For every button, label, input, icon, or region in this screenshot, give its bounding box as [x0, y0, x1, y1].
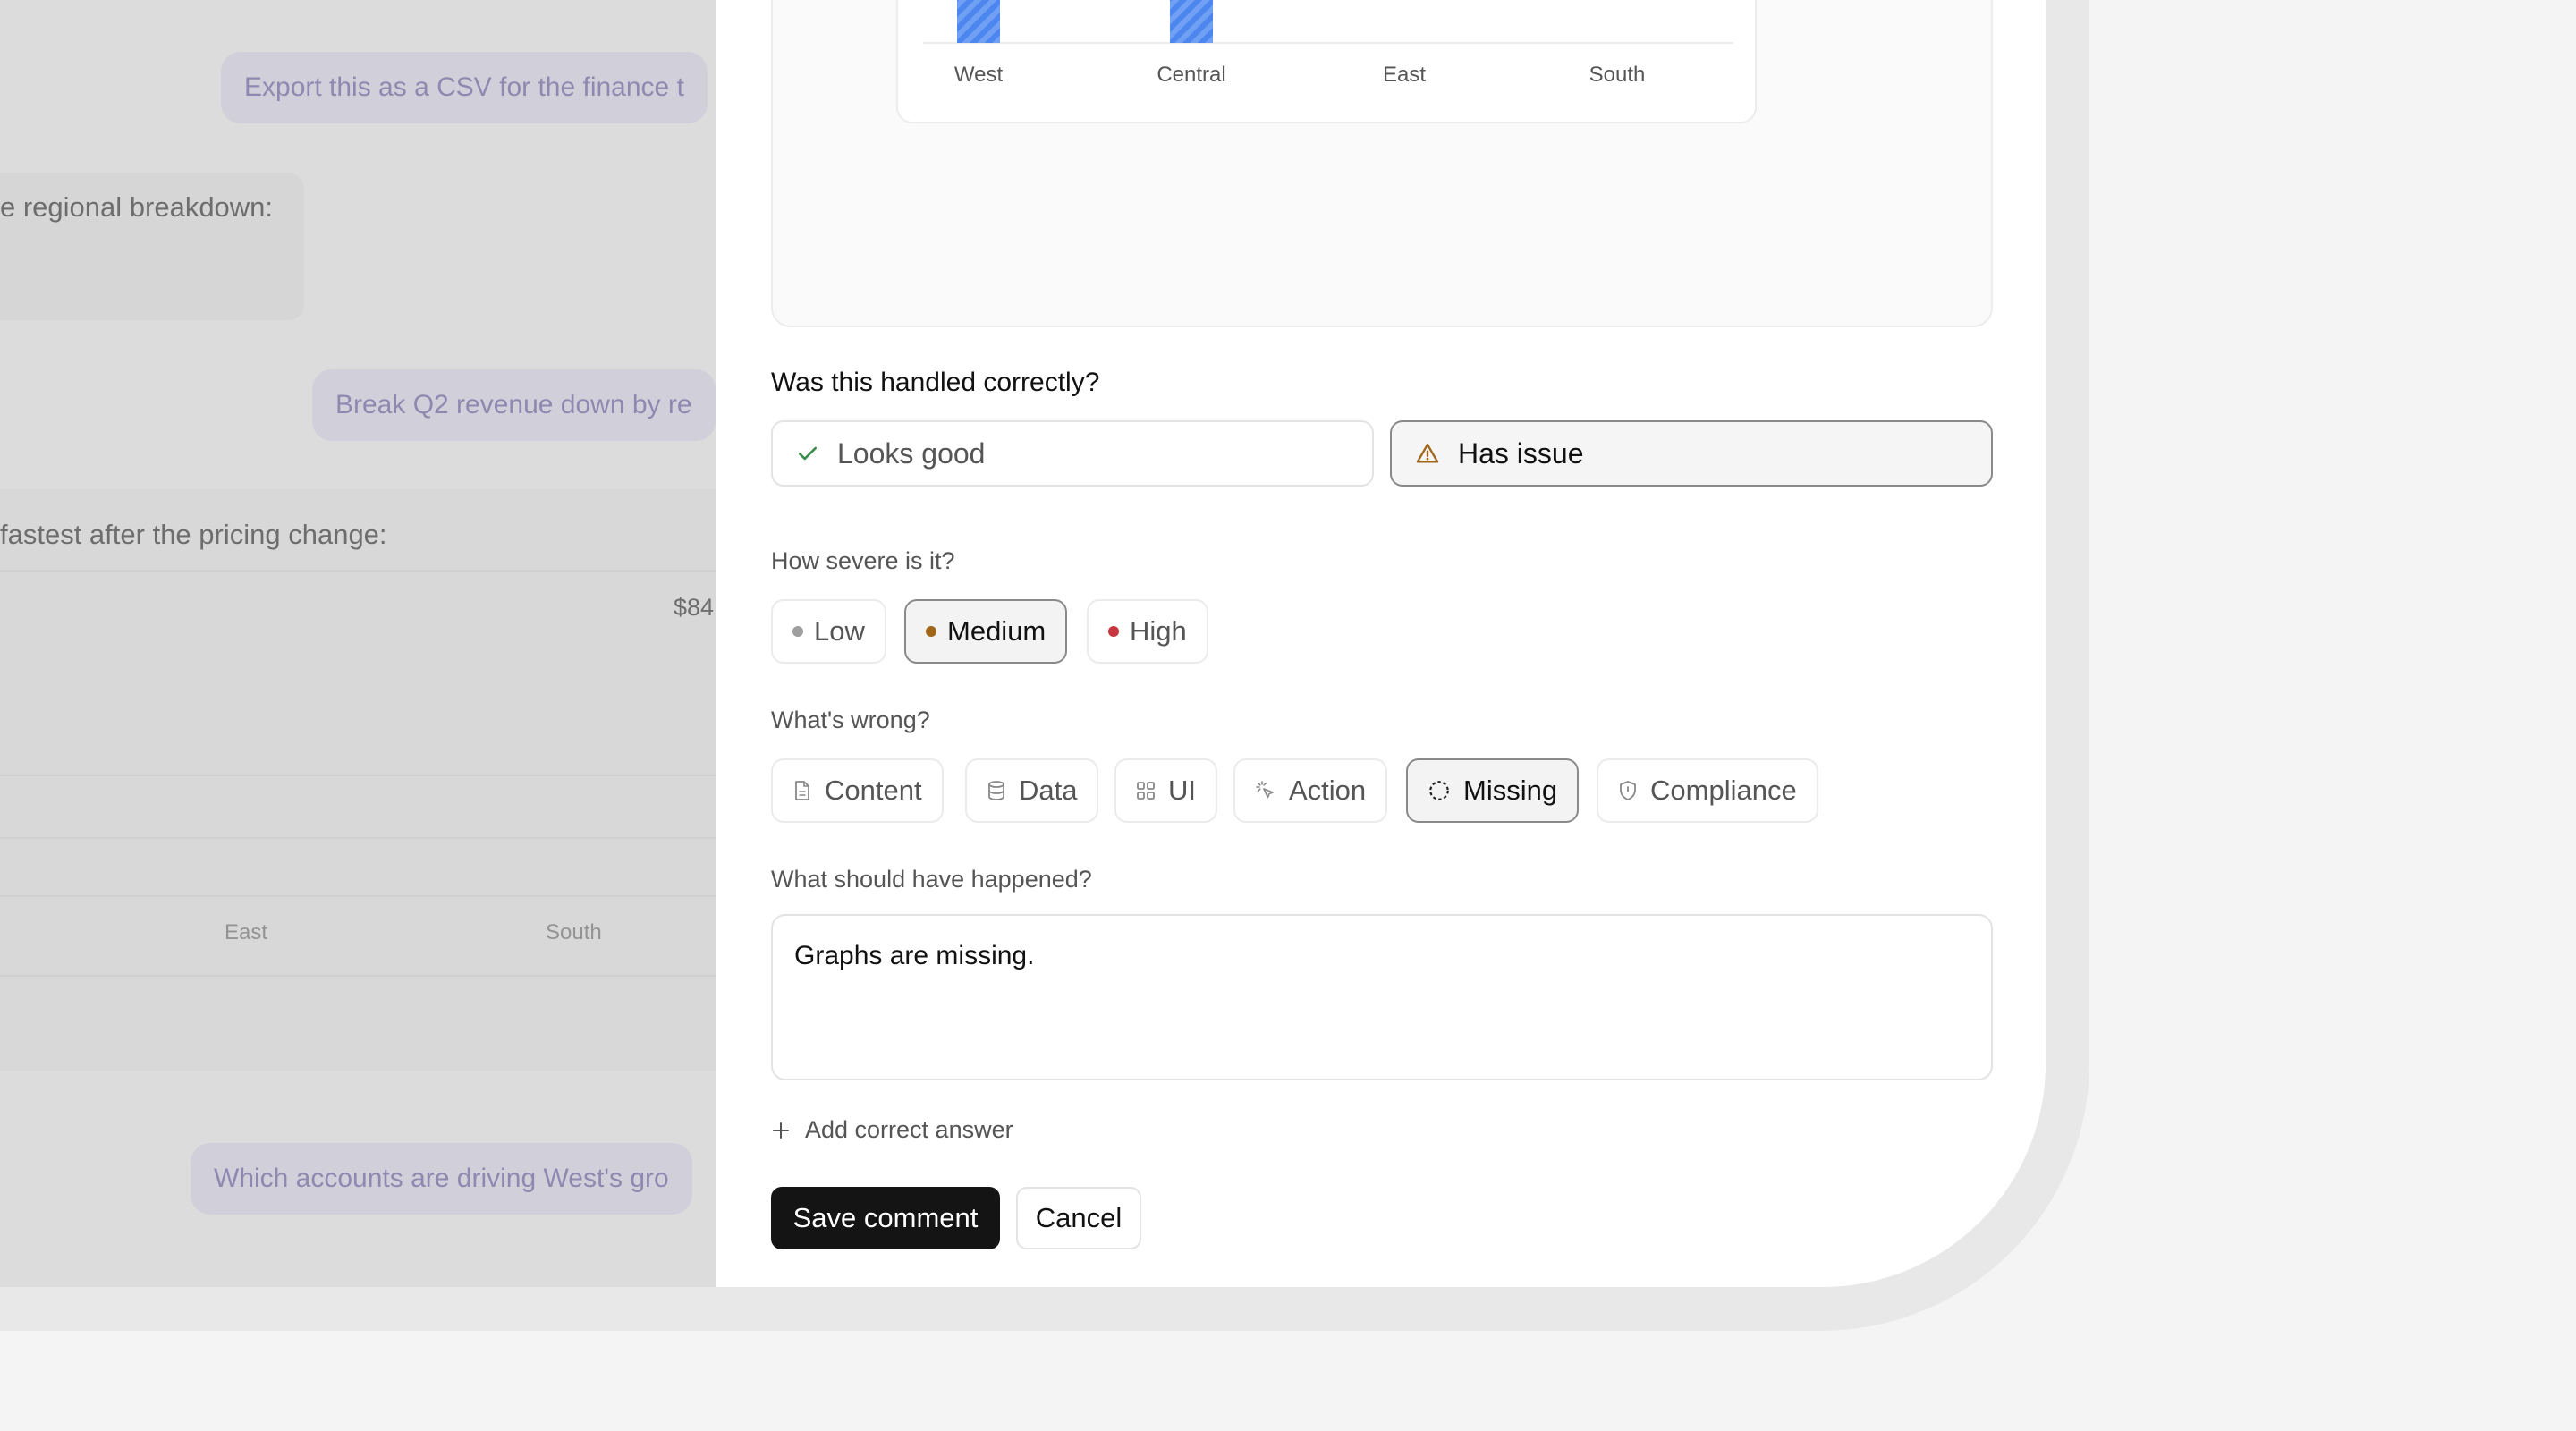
chart-tick-label: West	[953, 63, 1004, 87]
chart-bar-west	[957, 0, 1000, 43]
has-issue-label: Has issue	[1458, 436, 1584, 470]
shield-icon	[1620, 781, 1636, 800]
category-missing-label: Missing	[1463, 775, 1558, 806]
severity-question: How severe is it?	[771, 547, 955, 574]
category-ui-button[interactable]: UI	[1114, 758, 1217, 823]
warning-icon	[1416, 443, 1439, 463]
severity-high-button[interactable]: High	[1087, 599, 1208, 664]
severity-dot	[926, 626, 936, 637]
document-icon	[795, 781, 809, 800]
grid-icon	[1137, 782, 1155, 800]
has-issue-button[interactable]: Has issue	[1390, 420, 1993, 487]
severity-high-label: High	[1130, 615, 1187, 647]
chart-bar-central	[1170, 0, 1213, 43]
feedback-panel: West Central East South Was this handled…	[716, 0, 2046, 1287]
severity-low-button[interactable]: Low	[771, 599, 886, 664]
chart-tick-label: South	[1589, 63, 1646, 87]
category-question: What's wrong?	[771, 707, 930, 733]
cancel-button[interactable]: Cancel	[1016, 1187, 1141, 1249]
category-missing-button[interactable]: Missing	[1406, 758, 1580, 823]
severity-low-label: Low	[814, 615, 865, 647]
chart-tick-label: East	[1382, 63, 1427, 87]
category-action-label: Action	[1289, 775, 1367, 806]
device-frame: Export this as a CSV for the finance t e…	[0, 0, 2089, 1331]
category-content-label: Content	[825, 775, 922, 806]
add-correct-answer-link[interactable]: Add correct answer	[771, 1116, 1013, 1144]
severity-dot	[1108, 626, 1119, 637]
category-data-label: Data	[1019, 775, 1078, 806]
severity-medium-label: Medium	[947, 615, 1046, 647]
looks-good-label: Looks good	[837, 436, 986, 470]
chart-tick-label: Central	[1157, 63, 1226, 87]
category-content-button[interactable]: Content	[771, 758, 944, 823]
save-comment-button[interactable]: Save comment	[771, 1187, 1000, 1249]
dashed-circle-icon	[1429, 781, 1449, 800]
check-icon	[799, 446, 817, 461]
category-ui-label: UI	[1168, 775, 1196, 806]
plus-icon	[773, 1122, 789, 1139]
severity-dot	[792, 626, 803, 637]
modal-backdrop[interactable]	[0, 0, 716, 1287]
handled-question: Was this handled correctly?	[771, 368, 1100, 397]
database-icon	[988, 781, 1004, 800]
severity-medium-button[interactable]: Medium	[904, 599, 1068, 664]
looks-good-button[interactable]: Looks good	[771, 420, 1374, 487]
app-screen: Export this as a CSV for the finance t e…	[0, 0, 2046, 1287]
category-data-button[interactable]: Data	[965, 758, 1099, 823]
cursor-click-icon	[1256, 781, 1274, 799]
chart-baseline	[923, 42, 1733, 44]
expected-textarea[interactable]: Graphs are missing.	[771, 914, 1993, 1080]
bar-chart: West Central East South	[896, 0, 1757, 123]
category-compliance-button[interactable]: Compliance	[1597, 758, 1818, 823]
category-action-button[interactable]: Action	[1233, 758, 1388, 823]
add-correct-answer-label: Add correct answer	[805, 1116, 1013, 1143]
category-compliance-label: Compliance	[1650, 775, 1797, 806]
expected-question: What should have happened?	[771, 866, 1092, 893]
